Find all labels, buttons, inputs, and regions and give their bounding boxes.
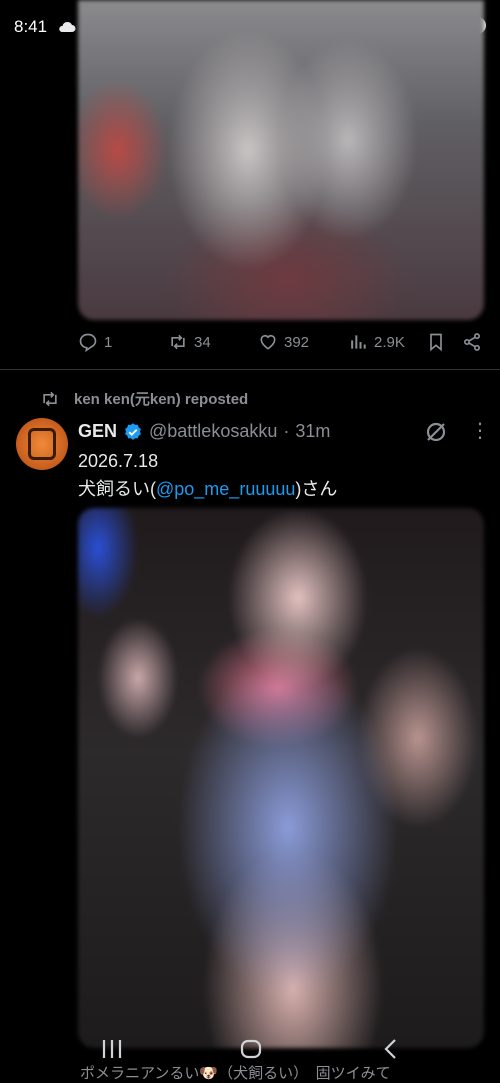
cloud-icon (59, 21, 76, 32)
views-count: 2.9K (374, 333, 405, 351)
like-count: 392 (284, 333, 310, 351)
tweet-text-line2: 犬飼るい(@po_me_ruuuuu)さん (78, 475, 337, 503)
tweet-text-line1: 2026.7.18 (78, 451, 159, 471)
like-button[interactable]: 392 (258, 332, 309, 352)
more-options-icon[interactable]: ⋮ (470, 421, 490, 441)
system-nav-bar (0, 1038, 500, 1062)
next-item-caption: ポメラニアンるい🐶（犬飼るい） 固ツイみて (80, 1065, 391, 1082)
reply-button[interactable]: 1 (78, 332, 112, 352)
reply-count: 1 (104, 333, 113, 351)
share-icon (464, 333, 480, 351)
bookmark-button[interactable] (426, 332, 446, 352)
avatar[interactable] (16, 418, 68, 470)
tweet-divider (0, 369, 500, 370)
back-icon[interactable] (380, 1038, 402, 1060)
previous-tweet-media[interactable] (78, 0, 484, 320)
tweet-header: GEN @battlekosakku · 31m (78, 421, 330, 442)
heart-icon (260, 334, 276, 350)
avatar-illustration (28, 428, 56, 460)
bookmark-icon (430, 333, 442, 352)
repost-button[interactable]: 34 (168, 332, 211, 352)
home-icon[interactable] (240, 1038, 262, 1060)
verified-badge-icon (125, 422, 141, 440)
share-button[interactable] (462, 332, 482, 352)
tweet-time[interactable]: 31m (295, 421, 330, 442)
header-separator: · (283, 421, 290, 441)
status-time: 8:41 (14, 17, 48, 36)
reply-icon (79, 333, 97, 352)
previous-tweet-actions: 1 34 392 2.9K (78, 332, 490, 358)
tweet-text: 2026.7.18 犬飼るい(@po_me_ruuuuu)さん (78, 447, 337, 503)
views-button[interactable]: 2.9K (348, 332, 405, 352)
repost-icon (171, 334, 185, 350)
tweet-text-prefix: 犬飼るい( (78, 479, 156, 499)
recent-apps-icon[interactable] (101, 1038, 123, 1060)
tweet-media[interactable] (78, 508, 484, 1048)
repost-count: 34 (194, 333, 211, 351)
author-name[interactable]: GEN (78, 421, 117, 442)
grok-icon[interactable] (424, 420, 448, 444)
author-handle[interactable]: @battlekosakku (149, 421, 277, 442)
analytics-icon (351, 335, 366, 349)
mention-link[interactable]: @po_me_ruuuuu (156, 479, 295, 499)
repost-icon (43, 391, 57, 406)
tweet-text-suffix: )さん (295, 479, 338, 499)
repost-label: ken ken(元ken) reposted (74, 391, 249, 408)
repost-context[interactable]: ken ken(元ken) reposted (40, 388, 248, 409)
